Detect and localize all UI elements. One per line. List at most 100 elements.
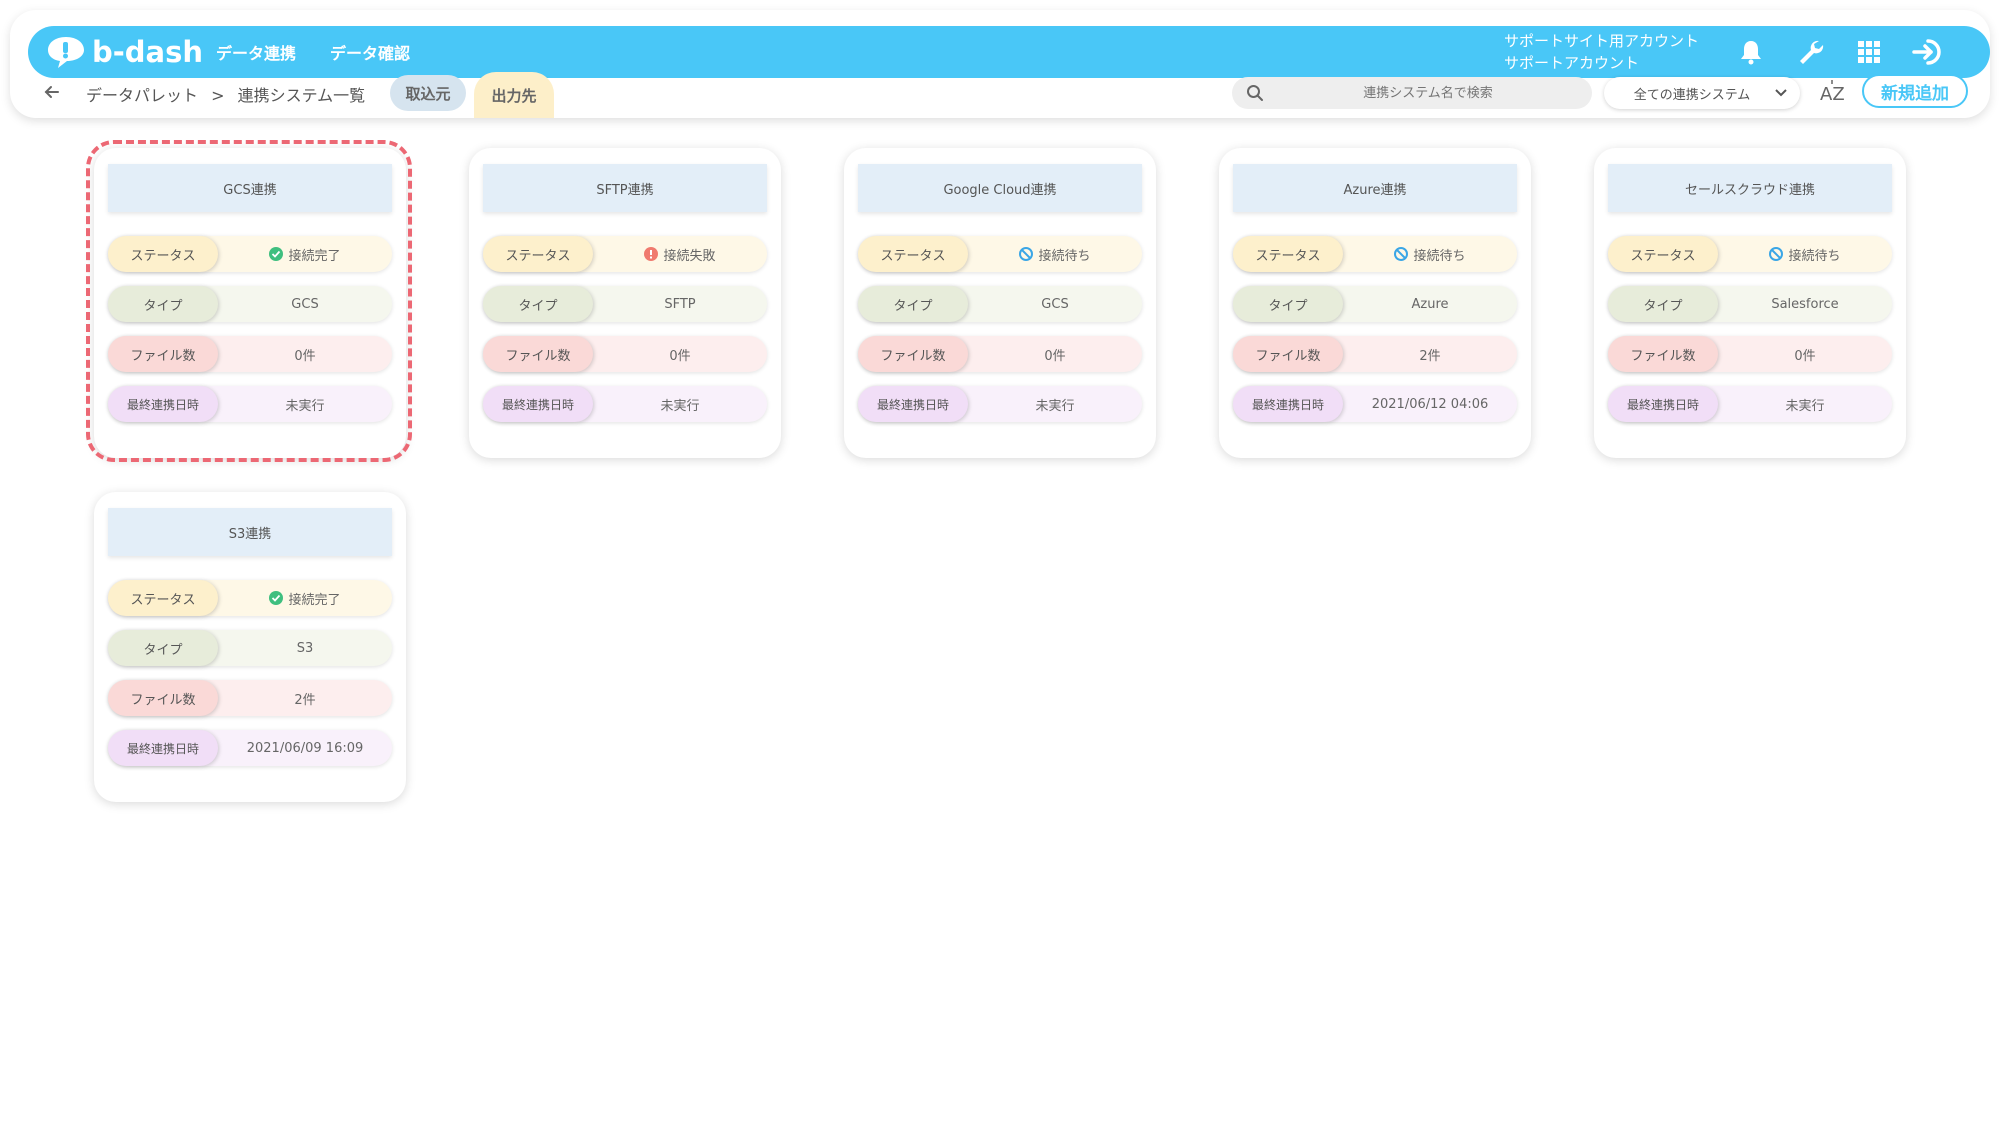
integration-card[interactable]: S3連携 ステータス 接続完了 タイプ S3 ファイル数 2件 最終連携日時 2… <box>94 492 406 802</box>
type-value: S3 <box>296 640 314 656</box>
status-text: 接続待ち <box>1413 248 1466 264</box>
files-row: ファイル数 0件 <box>1608 336 1892 372</box>
type-row: タイプ GCS <box>108 286 392 322</box>
status-label: ステータス <box>108 580 218 616</box>
logout-icon[interactable] <box>1910 35 1944 69</box>
files-label: ファイル数 <box>1233 336 1343 372</box>
last-run-value: 未実行 <box>1035 398 1075 414</box>
logo[interactable]: b-dash <box>46 34 203 70</box>
files-row: ファイル数 0件 <box>108 336 392 372</box>
card-title: セールスクラウド連携 <box>1608 164 1892 212</box>
last-run-row: 最終連携日時 2021/06/09 16:09 <box>108 730 392 766</box>
waiting-icon <box>1019 247 1034 261</box>
files-value: 2件 <box>1419 348 1441 364</box>
card-title: SFTP連携 <box>483 164 767 212</box>
type-row: タイプ Salesforce <box>1608 286 1892 322</box>
files-value: 2件 <box>294 692 316 708</box>
status-value: 接続失敗 <box>593 236 767 272</box>
last-run-label: 最終連携日時 <box>1608 386 1718 422</box>
status-value: 接続待ち <box>968 236 1142 272</box>
grid-menu-icon[interactable] <box>1852 35 1886 69</box>
breadcrumb-current: 連携システム一覧 <box>237 86 366 105</box>
nav-data-check[interactable]: データ確認 <box>330 40 410 64</box>
status-value: 接続完了 <box>218 580 392 616</box>
last-run-value: 未実行 <box>660 398 700 414</box>
waiting-icon <box>1394 247 1409 261</box>
card-title: Azure連携 <box>1233 164 1517 212</box>
files-label: ファイル数 <box>1608 336 1718 372</box>
type-row: タイプ GCS <box>858 286 1142 322</box>
error-circle-icon <box>644 247 659 261</box>
status-value: 接続待ち <box>1718 236 1892 272</box>
add-new-button[interactable]: 新規追加 <box>1862 74 1968 108</box>
integration-card[interactable]: Google Cloud連携 ステータス 接続待ち タイプ GCS ファイル数 … <box>844 148 1156 458</box>
top-navbar: b-dash データ連携 データ確認 サポートサイト用アカウント サポートアカウ… <box>28 26 1990 78</box>
breadcrumb: データパレット > 連携システム一覧 <box>86 82 365 106</box>
files-row: ファイル数 0件 <box>483 336 767 372</box>
status-label: ステータス <box>1233 236 1343 272</box>
status-text: 接続完了 <box>288 248 341 264</box>
status-text: 接続待ち <box>1788 248 1841 264</box>
last-run-row: 最終連携日時 未実行 <box>483 386 767 422</box>
nav-data-integration[interactable]: データ連携 <box>216 40 296 64</box>
card-title: GCS連携 <box>108 164 392 212</box>
bell-icon[interactable] <box>1734 35 1768 69</box>
search-input[interactable] <box>1264 84 1592 102</box>
files-label: ファイル数 <box>858 336 968 372</box>
check-circle-icon <box>269 247 284 261</box>
status-row: ステータス 接続待ち <box>1608 236 1892 272</box>
back-arrow-icon[interactable] <box>42 82 62 102</box>
status-label: ステータス <box>1608 236 1718 272</box>
breadcrumb-root[interactable]: データパレット <box>86 86 198 105</box>
account-line2: サポートアカウント <box>1504 54 1640 72</box>
logo-text: b-dash <box>92 35 204 69</box>
sort-az-icon[interactable]: AZ <box>1818 78 1848 108</box>
type-value: GCS <box>1041 296 1069 312</box>
last-run-value: 未実行 <box>285 398 325 414</box>
type-value: GCS <box>291 296 319 312</box>
status-label: ステータス <box>108 236 218 272</box>
integration-card[interactable]: SFTP連携 ステータス 接続失敗 タイプ SFTP ファイル数 0件 最終連携… <box>469 148 781 458</box>
type-value: Azure <box>1411 296 1449 312</box>
chevron-down-icon <box>1775 89 1787 97</box>
sort-label: AZ <box>1820 84 1845 105</box>
status-row: ステータス 接続失敗 <box>483 236 767 272</box>
system-filter-value: 全ての連携システム <box>1633 87 1751 103</box>
tab-export-destination[interactable]: 出力先 <box>474 72 554 118</box>
last-run-label: 最終連携日時 <box>108 730 218 766</box>
system-filter-select[interactable]: 全ての連携システム <box>1604 77 1800 109</box>
integration-card[interactable]: GCS連携 ステータス 接続完了 タイプ GCS ファイル数 0件 最終連携日時… <box>94 148 406 458</box>
type-label: タイプ <box>858 286 968 322</box>
wrench-icon[interactable] <box>1794 35 1828 69</box>
last-run-row: 最終連携日時 未実行 <box>108 386 392 422</box>
files-value: 0件 <box>669 348 691 364</box>
status-text: 接続待ち <box>1038 248 1091 264</box>
files-label: ファイル数 <box>483 336 593 372</box>
account-info[interactable]: サポートサイト用アカウント サポートアカウント <box>1504 30 1699 74</box>
files-row: ファイル数 2件 <box>108 680 392 716</box>
search-box[interactable] <box>1232 77 1592 109</box>
type-value: SFTP <box>664 296 696 312</box>
last-run-row: 最終連携日時 未実行 <box>858 386 1142 422</box>
status-value: 接続待ち <box>1343 236 1517 272</box>
type-row: タイプ SFTP <box>483 286 767 322</box>
status-row: ステータス 接続完了 <box>108 580 392 616</box>
status-row: ステータス 接続待ち <box>858 236 1142 272</box>
account-line1: サポートサイト用アカウント <box>1504 32 1700 50</box>
integration-card[interactable]: セールスクラウド連携 ステータス 接続待ち タイプ Salesforce ファイ… <box>1594 148 1906 458</box>
search-icon <box>1247 85 1263 101</box>
files-row: ファイル数 0件 <box>858 336 1142 372</box>
files-value: 0件 <box>1794 348 1816 364</box>
files-row: ファイル数 2件 <box>1233 336 1517 372</box>
files-label: ファイル数 <box>108 680 218 716</box>
last-run-label: 最終連携日時 <box>858 386 968 422</box>
integration-card[interactable]: Azure連携 ステータス 接続待ち タイプ Azure ファイル数 2件 最終… <box>1219 148 1531 458</box>
logo-bubble-icon <box>48 37 84 68</box>
status-text: 接続完了 <box>288 592 341 608</box>
tab-import-source[interactable]: 取込元 <box>390 75 466 111</box>
type-label: タイプ <box>108 630 218 666</box>
status-row: ステータス 接続完了 <box>108 236 392 272</box>
status-text: 接続失敗 <box>663 248 716 264</box>
type-label: タイプ <box>483 286 593 322</box>
last-run-value: 2021/06/09 16:09 <box>246 740 364 756</box>
